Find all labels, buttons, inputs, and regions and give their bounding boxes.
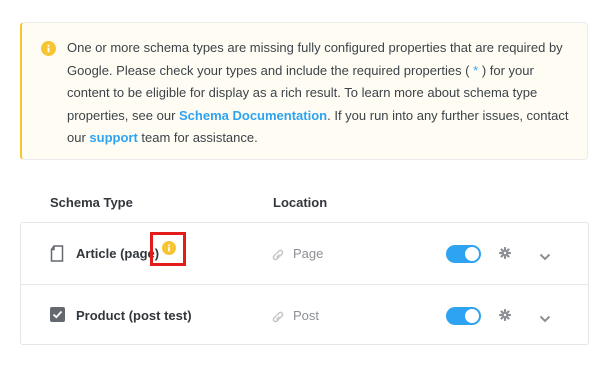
schema-documentation-link[interactable]: Schema Documentation — [179, 108, 327, 123]
link-icon — [271, 248, 285, 266]
location-column-header: Location — [273, 195, 328, 210]
gear-icon[interactable] — [498, 308, 512, 326]
page-icon — [50, 245, 64, 267]
schema-location: Page — [293, 246, 324, 261]
required-marker: * — [469, 62, 482, 78]
warning-highlight-box — [150, 232, 186, 266]
support-link[interactable]: support — [89, 130, 137, 145]
link-icon — [271, 310, 285, 328]
product-checkbox-icon — [50, 307, 65, 327]
schema-name: Article (page) — [76, 246, 160, 261]
schema-name: Product (post test) — [76, 308, 192, 323]
schema-row-product: Product (post test) Post — [21, 284, 588, 346]
enable-toggle[interactable] — [446, 245, 481, 263]
schema-types-table: Article (page) Page Product (post test) … — [20, 222, 589, 345]
toggle-knob — [465, 309, 479, 323]
gear-icon[interactable] — [498, 246, 512, 264]
required-properties-notice: One or more schema types are missing ful… — [20, 22, 588, 160]
chevron-down-icon[interactable] — [539, 248, 551, 266]
enable-toggle[interactable] — [446, 307, 481, 325]
schema-row-article: Article (page) Page — [21, 223, 588, 284]
notice-message: One or more schema types are missing ful… — [67, 37, 569, 150]
info-icon — [41, 41, 56, 61]
info-warning-icon[interactable] — [162, 241, 176, 260]
notice-text-part-4: team for assistance. — [137, 130, 258, 145]
chevron-down-icon[interactable] — [539, 310, 551, 328]
toggle-knob — [465, 247, 479, 261]
schema-type-column-header: Schema Type — [50, 195, 133, 210]
schema-location: Post — [293, 308, 320, 323]
